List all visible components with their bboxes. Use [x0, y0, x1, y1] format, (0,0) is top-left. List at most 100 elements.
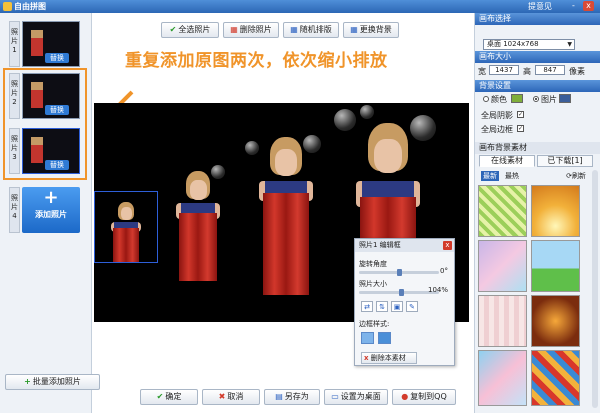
size-value: 104%	[427, 286, 448, 294]
bg-color-label: 颜色	[491, 95, 507, 104]
copy-to-qq-label: 复制到QQ	[410, 392, 447, 401]
width-input[interactable]: 1437	[489, 65, 519, 75]
photo-edit-panel: 照片1 编辑框 x 旋转角度 0° 照片大小 104% ⇄ ⇅ ▣ ✎ 边框样式…	[354, 238, 455, 366]
cancel-label: 取消	[227, 392, 244, 401]
size-slider-handle[interactable]	[398, 289, 404, 296]
title-bar: 自由拼图 提意见 - x	[0, 0, 600, 13]
collage-photo-medium[interactable]	[241, 131, 331, 295]
replace-button[interactable]: 替换	[45, 53, 69, 63]
tab-hottest[interactable]: 最热	[503, 171, 521, 181]
canvas-preset-value: 桌面 1024x768	[487, 40, 539, 48]
random-layout-button[interactable]: ▦ 随机排版	[283, 22, 339, 38]
bg-image-label: 图片	[541, 95, 557, 104]
height-input[interactable]: 847	[535, 65, 565, 75]
edit-icon[interactable]: ✎	[406, 301, 418, 312]
window-title: 自由拼图	[14, 2, 46, 11]
unit-label: 像素	[569, 67, 585, 76]
close-button[interactable]: x	[583, 1, 594, 11]
bg-image-radio[interactable]	[533, 96, 539, 102]
canvas-size-header: 画布大小	[475, 51, 600, 63]
background-settings-header: 背景设置	[475, 80, 600, 92]
rotate-slider[interactable]	[359, 269, 439, 276]
bg-image-thumbnail[interactable]	[559, 94, 571, 103]
add-photo-button[interactable]: + 添加照片	[22, 187, 80, 233]
crop-icon[interactable]: ▣	[391, 301, 403, 312]
background-icon: ▦	[350, 25, 358, 34]
delete-photo-button[interactable]: ▦ 删除照片	[223, 22, 279, 38]
bg-material-header: 画布背景素材	[475, 142, 600, 154]
add-icon: +	[24, 377, 31, 386]
collage-photo-small[interactable]	[161, 161, 235, 281]
copy-to-qq-icon: ●	[401, 392, 409, 401]
close-icon[interactable]: x	[443, 241, 452, 250]
cancel-button[interactable]: ✖ 取消	[202, 389, 260, 405]
layout-icon: ▦	[290, 25, 298, 34]
save-as-icon: ▤	[275, 392, 283, 401]
selection-box[interactable]	[94, 191, 158, 263]
material-scrollbar[interactable]	[592, 170, 598, 408]
rotate-slider-handle[interactable]	[397, 269, 402, 276]
canvas-preset-select[interactable]: 桌面 1024x768 ▼	[483, 39, 575, 50]
material-tile[interactable]	[531, 240, 580, 292]
material-tile[interactable]	[478, 350, 527, 406]
batch-add-button[interactable]: + 批量添加照片	[5, 374, 100, 390]
border-style-option-1[interactable]	[361, 332, 374, 344]
tab-downloaded[interactable]: 已下载[1]	[537, 155, 593, 167]
size-label: 照片大小	[359, 280, 387, 288]
rotate-label: 旋转角度	[359, 260, 387, 268]
flip-vertical-icon[interactable]: ⇅	[376, 301, 388, 312]
border-style-option-2[interactable]	[378, 332, 391, 344]
edit-panel-title: 照片1 编辑框	[355, 239, 454, 252]
height-label: 高	[523, 67, 531, 76]
save-as-button[interactable]: ▤ 另存为	[264, 389, 320, 405]
set-desktop-label: 设置为桌面	[340, 392, 381, 401]
cancel-icon: ✖	[218, 392, 226, 401]
check-icon: ✔	[169, 25, 177, 34]
slot-number: 照片4	[9, 187, 20, 233]
feedback-link[interactable]: 提意见	[528, 1, 552, 12]
annotation-text: 重复添加原图两次，依次缩小排放	[125, 51, 388, 71]
copy-to-qq-button[interactable]: ● 复制到QQ	[392, 389, 456, 405]
app-icon	[3, 2, 12, 11]
plus-icon: +	[43, 187, 59, 208]
material-tile[interactable]	[478, 240, 527, 292]
minimize-button[interactable]: -	[568, 1, 579, 11]
change-background-label: 更换背景	[359, 25, 392, 34]
photo-slot-1[interactable]: 照片1 替换	[9, 21, 81, 67]
tab-newest[interactable]: 最新	[481, 171, 499, 181]
material-tile[interactable]	[478, 295, 527, 347]
tab-online-materials[interactable]: 在线素材	[479, 155, 535, 167]
select-all-button[interactable]: ✔ 全选照片	[161, 22, 219, 38]
photo-thumbnail[interactable]: 替换	[22, 21, 80, 67]
slot-number: 照片1	[9, 21, 20, 67]
set-desktop-button[interactable]: ▭ 设置为桌面	[324, 389, 388, 405]
batch-add-label: 批量添加照片	[32, 377, 81, 386]
global-shadow-checkbox[interactable]: ✓	[517, 111, 524, 118]
confirm-button[interactable]: ✔ 确定	[140, 389, 198, 405]
set-desktop-icon: ▭	[331, 392, 339, 401]
material-tile[interactable]	[531, 350, 580, 406]
add-photo-label: 添加照片	[35, 210, 67, 219]
bg-color-radio[interactable]	[483, 96, 489, 102]
refresh-button[interactable]: ⟳刷新	[561, 171, 591, 181]
save-as-label: 另存为	[284, 392, 309, 401]
highlight-frame	[3, 68, 87, 180]
settings-panel: 画布选择 桌面 1024x768 ▼ 画布大小 宽 1437 高 847 像素 背…	[474, 13, 600, 413]
delete-material-button[interactable]: x 删除本素材	[361, 352, 417, 364]
select-all-label: 全选照片	[178, 25, 211, 34]
material-tile[interactable]	[531, 185, 580, 237]
flip-horizontal-icon[interactable]: ⇄	[361, 301, 373, 312]
bg-color-swatch[interactable]	[511, 94, 523, 103]
refresh-label: 刷新	[571, 172, 586, 180]
delete-icon: x	[364, 354, 369, 362]
material-tile[interactable]	[478, 185, 527, 237]
photo-slot-4[interactable]: 照片4 + 添加照片	[9, 187, 81, 233]
random-layout-label: 随机排版	[299, 25, 332, 34]
delete-material-label: 删除本素材	[370, 354, 406, 362]
global-shadow-label: 全局阴影	[481, 111, 513, 120]
chevron-down-icon: ▼	[567, 41, 572, 48]
global-border-checkbox[interactable]: ✓	[517, 125, 524, 132]
change-background-button[interactable]: ▦ 更换背景	[343, 22, 399, 38]
material-tile[interactable]	[531, 295, 580, 347]
canvas-select-header: 画布选择	[475, 13, 600, 25]
